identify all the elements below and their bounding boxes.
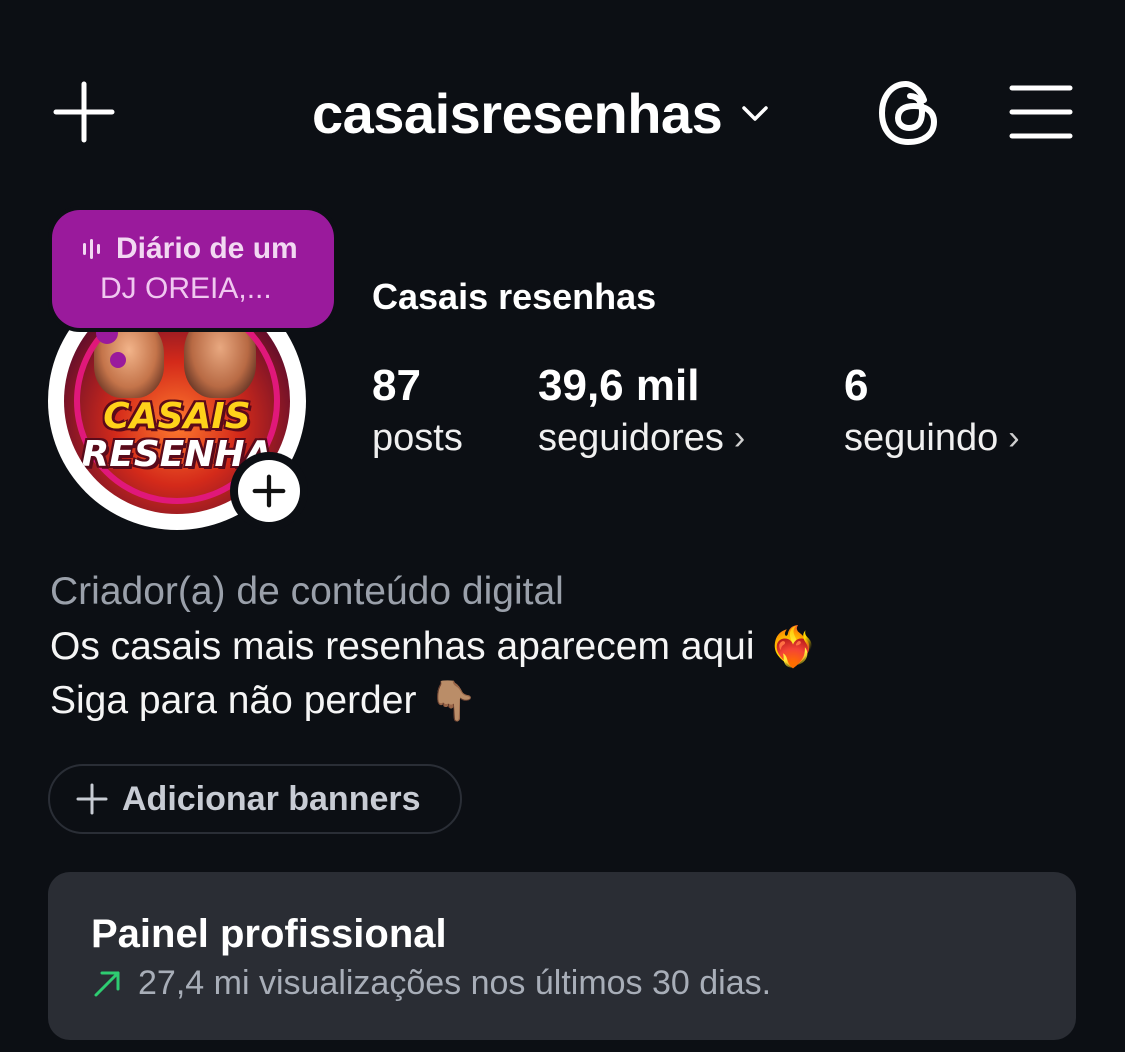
chevron-right-icon: › <box>733 419 746 457</box>
display-name: Casais resenhas <box>372 276 657 317</box>
hamburger-menu-icon <box>1009 85 1073 139</box>
note-song-title: Diário de um <box>116 232 298 265</box>
plus-icon <box>252 474 286 508</box>
panel-title: Painel profissional <box>91 912 447 956</box>
plus-icon <box>53 81 115 143</box>
bio-line-2: Siga para não perder 👇🏽 <box>50 678 477 724</box>
posts-count: 87 <box>372 361 421 410</box>
plus-icon <box>76 783 108 815</box>
profile-category: Criador(a) de conteúdo digital <box>50 570 564 613</box>
panel-subtitle-text: 27,4 mi visualizações nos últimos 30 dia… <box>138 964 772 1002</box>
add-banners-button[interactable]: Adicionar banners <box>48 764 462 834</box>
following-count: 6 <box>844 361 869 410</box>
chevron-right-icon: › <box>1008 419 1020 457</box>
add-story-button[interactable] <box>230 452 308 530</box>
chevron-down-icon <box>742 106 768 121</box>
add-banners-label: Adicionar banners <box>122 779 421 818</box>
pointing-down-icon: 👇🏽 <box>428 680 477 723</box>
threads-button[interactable] <box>876 78 942 148</box>
note-tail-small <box>110 352 126 368</box>
stat-posts: 87 posts <box>372 362 463 466</box>
following-label: seguindo <box>844 417 999 459</box>
heart-on-fire-icon: ❤️‍🔥 <box>768 626 818 669</box>
stat-following[interactable]: 6 seguindo › <box>844 362 1020 466</box>
threads-icon <box>879 81 937 145</box>
bio-line-1-text: Os casais mais resenhas aparecem aqui <box>50 625 755 668</box>
bio-line-1: Os casais mais resenhas aparecem aqui ❤️… <box>50 624 817 670</box>
avatar-logo-text-1: CASAIS <box>103 396 251 437</box>
posts-label: posts <box>372 417 463 459</box>
stat-followers[interactable]: 39,6 mil seguidores › <box>538 362 745 466</box>
note-artist: DJ OREIA,... <box>100 272 272 305</box>
username: casaisresenhas <box>312 81 723 145</box>
music-note-bubble[interactable]: Diário de um DJ OREIA,... <box>52 210 334 328</box>
audio-wave-icon <box>83 239 100 259</box>
panel-subtitle: 27,4 mi visualizações nos últimos 30 dia… <box>92 964 771 1003</box>
menu-button[interactable] <box>1008 82 1074 142</box>
create-button[interactable] <box>52 80 116 144</box>
followers-label: seguidores <box>538 417 724 459</box>
account-switcher[interactable]: casaisresenhas <box>312 80 772 146</box>
followers-count: 39,6 mil <box>538 361 700 410</box>
trending-up-arrow-icon <box>94 971 120 996</box>
bio-line-2-text: Siga para não perder <box>50 679 417 722</box>
professional-dashboard-card[interactable]: Painel profissional 27,4 mi visualizaçõe… <box>48 872 1076 1040</box>
